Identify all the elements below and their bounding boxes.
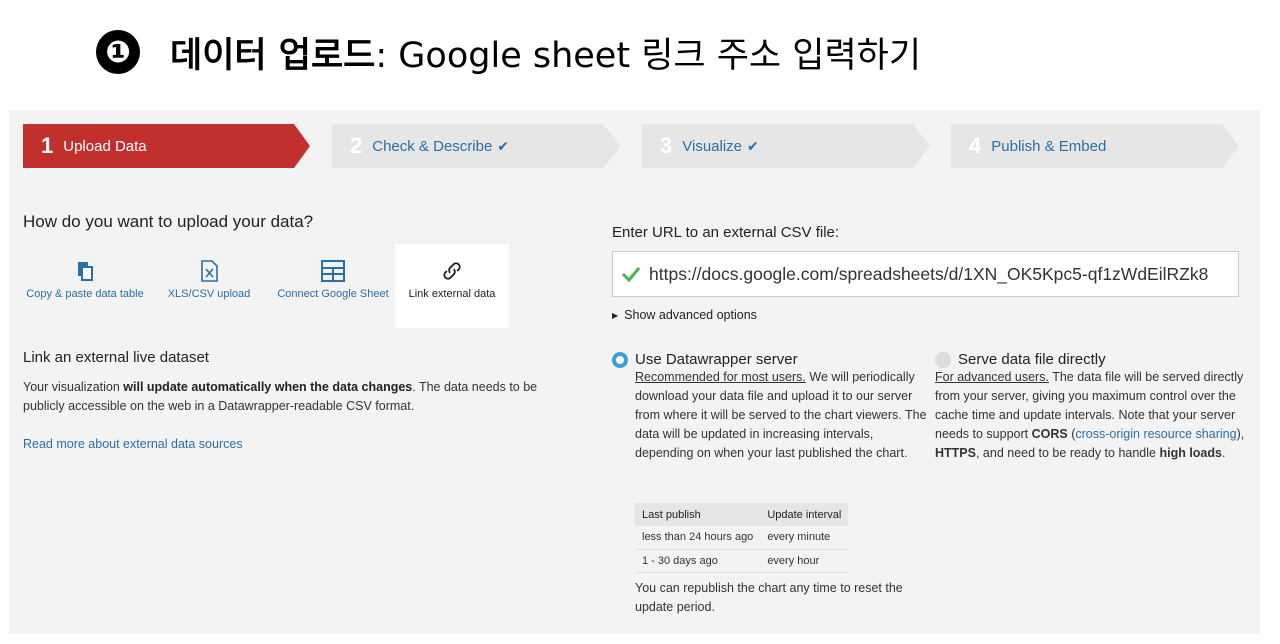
high-loads-text: high loads [1159, 446, 1222, 460]
valid-check-icon [613, 266, 649, 282]
option-label: Connect Google Sheet [277, 288, 389, 300]
url-field[interactable] [612, 251, 1239, 297]
link-icon [440, 260, 464, 282]
step-1-label: Upload Data [63, 137, 147, 155]
step-visualize[interactable]: 3 Visualize ✔ [642, 124, 930, 168]
step-4-label: Publish & Embed [991, 137, 1107, 155]
cors-link[interactable]: cross-origin resource sharing [1075, 427, 1236, 441]
step-number-badge: ❶ [96, 30, 140, 74]
republish-note: You can republish the chart any time to … [635, 581, 903, 614]
direct-body: ), [1236, 427, 1245, 441]
external-dataset-title: Link an external live dataset [23, 349, 209, 366]
triangle-right-icon: ▶ [612, 311, 619, 320]
desc-bold: will update automatically when the data … [123, 380, 413, 394]
step-2-label: Check & Describe [372, 137, 493, 155]
radio-label: Use Datawrapper server [635, 351, 798, 368]
slide-heading-bold: 데이터 업로드 [170, 35, 376, 76]
radio-unselected-icon [935, 351, 951, 368]
upload-options: Copy & paste data table XLS/CSV upload C… [23, 244, 509, 328]
option-link-external[interactable]: Link external data [395, 244, 509, 328]
direct-body: . [1221, 446, 1226, 460]
read-more-link[interactable]: Read more about external data sources [23, 437, 243, 451]
server-recommended: Recommended for most users. [635, 370, 806, 384]
datawrapper-panel: 1 Upload Data 2 Check & Describe ✔ 3 Visuali… [9, 110, 1260, 634]
step-2-number: 2 [350, 133, 363, 158]
option-copy-paste[interactable]: Copy & paste data table [23, 244, 147, 328]
show-advanced-toggle[interactable]: ▶ Show advanced options [612, 308, 757, 322]
table-header: Last publish [635, 503, 761, 526]
table-cell: every hour [760, 549, 849, 573]
update-interval-table: Last publish Update interval less than 24… [635, 503, 849, 573]
checkmark-icon: ✔ [747, 137, 759, 154]
advanced-label: Show advanced options [624, 308, 757, 322]
option-google-sheet[interactable]: Connect Google Sheet [271, 244, 395, 328]
radio-label: Serve data file directly [958, 351, 1106, 368]
table-grid-icon [321, 260, 345, 282]
radio-datawrapper-server[interactable]: Use Datawrapper server [612, 351, 932, 368]
slide-heading: 데이터 업로드: Google sheet 링크 주소 입력하기 [170, 27, 921, 78]
option-label: Copy & paste data table [26, 288, 144, 300]
table-cell: 1 - 30 days ago [635, 549, 761, 573]
radio-serve-direct[interactable]: Serve data file directly [935, 351, 1245, 368]
radio-selected-icon [612, 351, 628, 368]
table-header: Update interval [760, 503, 849, 526]
step-navigation: 1 Upload Data 2 Check & Describe ✔ 3 Visuali… [23, 124, 1253, 168]
step-publish-embed[interactable]: 4 Publish & Embed [951, 124, 1239, 168]
https-text: HTTPS [935, 446, 976, 460]
direct-advanced: For advanced users. [935, 370, 1049, 384]
cors-text: CORS [1031, 427, 1068, 441]
step-upload-data[interactable]: 1 Upload Data [23, 124, 310, 168]
table-cell: every minute [760, 526, 849, 550]
direct-body: , and need to be ready to handle [975, 446, 1160, 460]
option-label: XLS/CSV upload [167, 288, 251, 300]
checkmark-icon: ✔ [497, 137, 510, 154]
desc-text: Your visualization [23, 380, 124, 394]
step-1-number: 1 [41, 133, 54, 158]
option-xls-csv[interactable]: XLS/CSV upload [147, 244, 271, 328]
slide-heading-rest: : Google sheet 링크 주소 입력하기 [375, 35, 922, 76]
table-cell: less than 24 hours ago [635, 526, 761, 550]
upload-question: How do you want to upload your data? [23, 212, 314, 231]
slide-title: ❶ 데이터 업로드: Google sheet 링크 주소 입력하기 [96, 26, 921, 78]
step-3-number: 3 [660, 133, 673, 158]
spreadsheet-file-icon [198, 260, 220, 282]
table-row: less than 24 hours ago every minute [635, 526, 849, 550]
url-input[interactable] [649, 263, 1234, 285]
option-serve-direct: Serve data file directly For advanced us… [935, 351, 1245, 463]
external-dataset-description: Your visualization will update automatic… [23, 378, 563, 416]
direct-description: For advanced users. The data file will b… [935, 368, 1245, 463]
clipboard-icon [74, 260, 96, 282]
option-datawrapper-server: Use Datawrapper server Recommended for m… [612, 351, 932, 463]
step-4-number: 4 [969, 133, 982, 158]
step-check-describe[interactable]: 2 Check & Describe ✔ [332, 124, 621, 168]
table-row: 1 - 30 days ago every hour [635, 549, 849, 573]
server-description: Recommended for most users. We will peri… [635, 368, 932, 463]
option-label: Link external data [408, 288, 496, 300]
step-3-label: Visualize [682, 137, 743, 155]
url-label: Enter URL to an external CSV file: [612, 224, 840, 241]
